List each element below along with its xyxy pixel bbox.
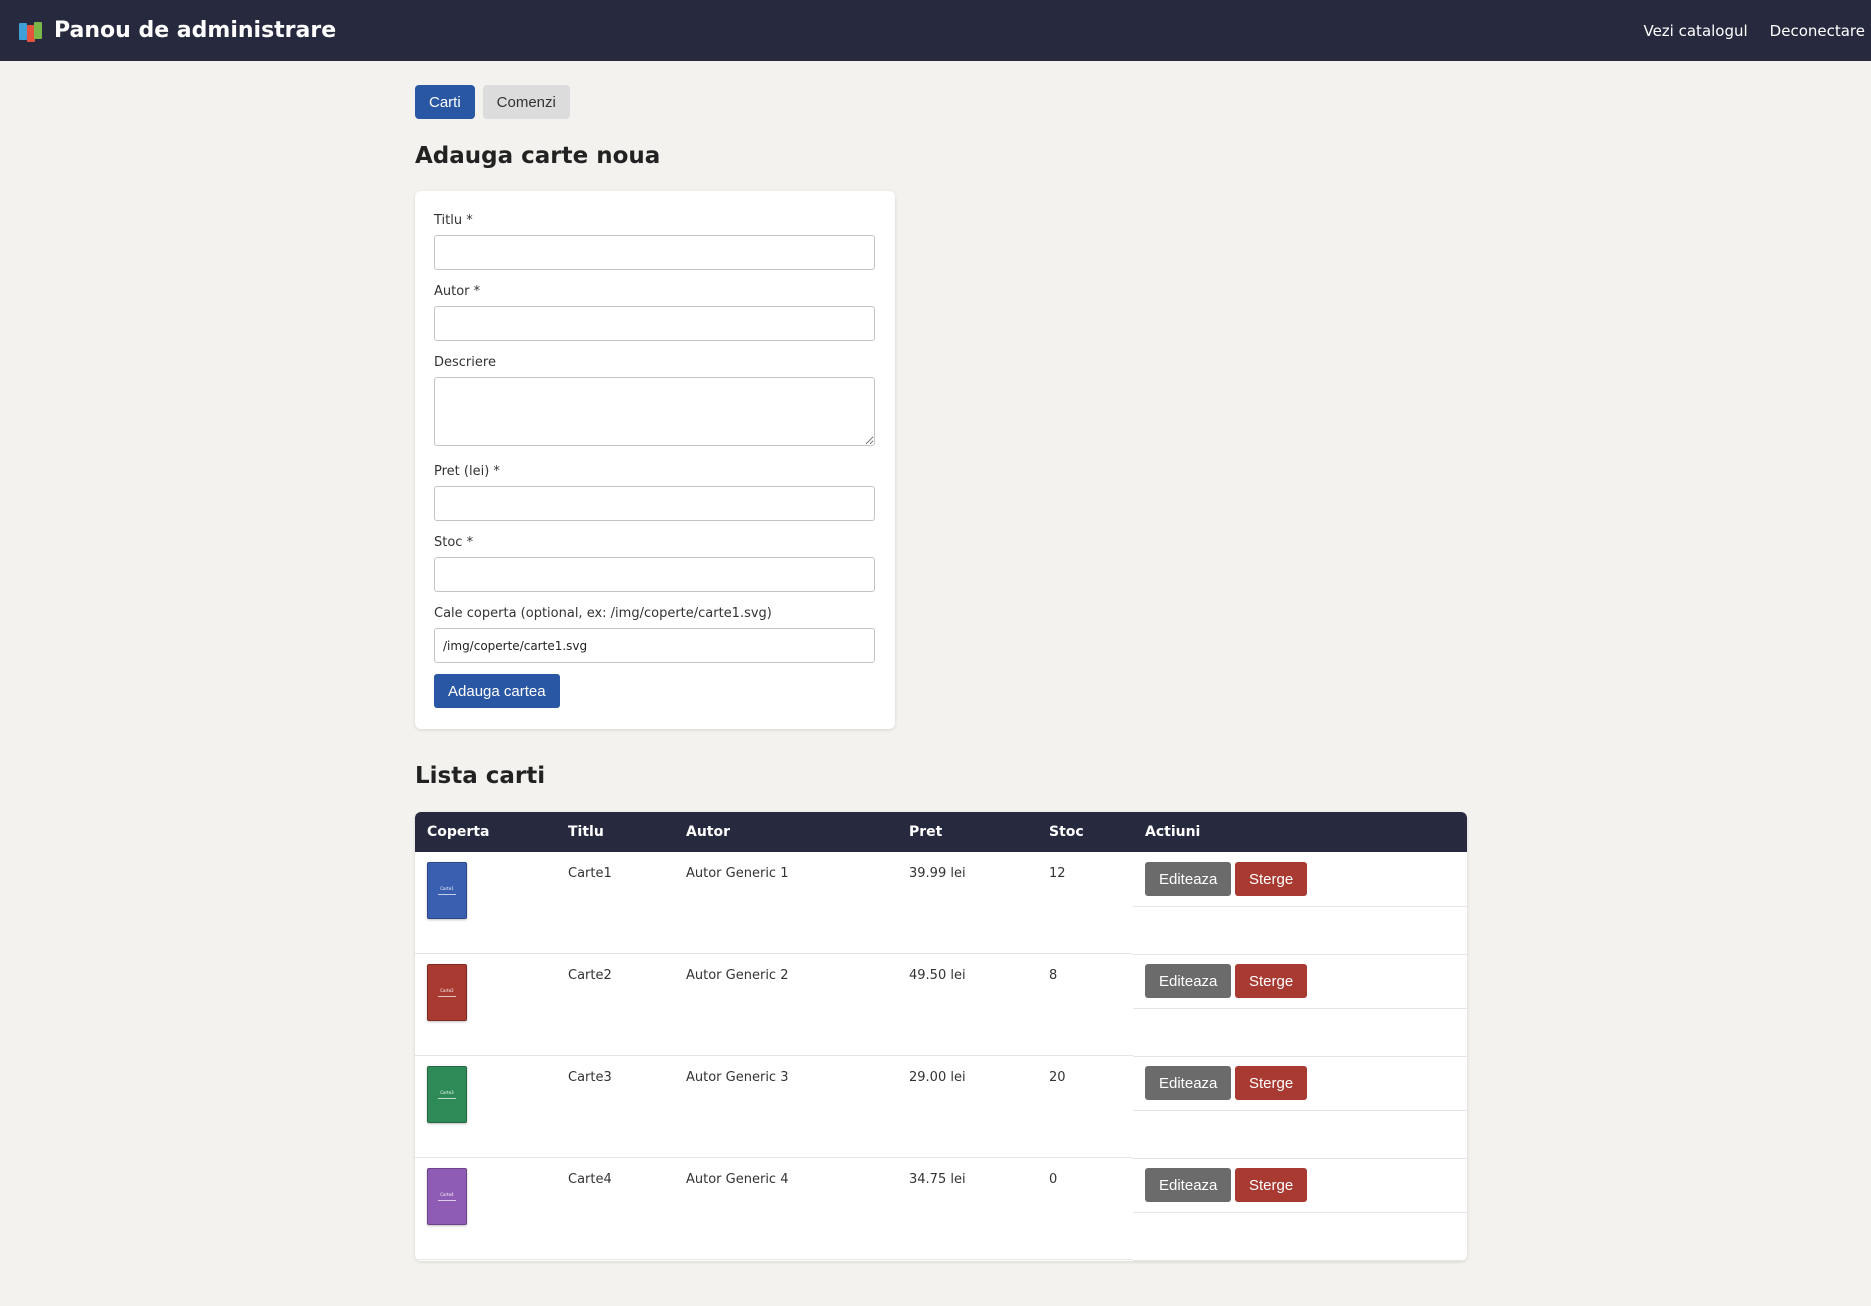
edit-button[interactable]: Editeaza (1145, 1168, 1232, 1202)
title-input[interactable] (434, 235, 875, 270)
book-cover-image: Carte4 (427, 1168, 467, 1225)
table-row: Carte1 Carte1 Autor Generic 1 39.99 lei … (415, 852, 1467, 955)
book-price: 34.75 lei (909, 1172, 966, 1187)
book-price: 39.99 lei (909, 866, 966, 881)
books-icon (19, 20, 44, 42)
book-title: Carte3 (568, 1070, 612, 1085)
book-stock: 20 (1049, 1070, 1066, 1085)
add-book-form: Titlu * Autor * Descriere Pret (lei) * S… (415, 191, 895, 729)
top-navbar: Panou de administrare Vezi catalogul Dec… (0, 0, 1871, 61)
author-input[interactable] (434, 306, 875, 341)
col-header-price: Pret (909, 824, 943, 840)
logout-link[interactable]: Deconectare (1770, 22, 1865, 40)
tab-comenzi[interactable]: Comenzi (482, 85, 570, 119)
table-header: Coperta Titlu Autor Pret Stoc Actiuni (415, 812, 1467, 852)
delete-button[interactable]: Sterge (1235, 1066, 1308, 1100)
app-title: Panou de administrare (54, 18, 337, 43)
delete-button[interactable]: Sterge (1235, 862, 1308, 896)
catalog-link[interactable]: Vezi catalogul (1643, 22, 1747, 40)
table-row: Carte3 Carte3 Autor Generic 3 29.00 lei … (415, 1056, 1467, 1159)
col-header-stock: Stoc (1049, 824, 1084, 840)
book-title: Carte4 (568, 1172, 612, 1187)
title-label: Titlu * (434, 213, 473, 228)
stock-input[interactable] (434, 557, 875, 592)
table-row: Carte4 Carte4 Autor Generic 4 34.75 lei … (415, 1158, 1467, 1261)
col-header-actions: Actiuni (1145, 824, 1201, 840)
description-label: Descriere (434, 355, 496, 370)
book-title: Carte1 (568, 866, 612, 881)
brand: Panou de administrare (19, 18, 336, 43)
col-header-cover: Coperta (427, 824, 490, 840)
book-cover-image: Carte3 (427, 1066, 467, 1123)
admin-tabs: Carti Comenzi (415, 85, 570, 119)
add-book-button[interactable]: Adauga cartea (434, 674, 560, 708)
book-price: 29.00 lei (909, 1070, 966, 1085)
book-author: Autor Generic 1 (686, 866, 789, 881)
col-header-title: Titlu (568, 824, 604, 840)
book-author: Autor Generic 3 (686, 1070, 789, 1085)
book-title: Carte2 (568, 968, 612, 983)
book-cover-image: Carte2 (427, 964, 467, 1021)
book-author: Autor Generic 2 (686, 968, 789, 983)
delete-button[interactable]: Sterge (1235, 964, 1308, 998)
edit-button[interactable]: Editeaza (1145, 862, 1232, 896)
book-stock: 0 (1049, 1172, 1058, 1187)
book-stock: 8 (1049, 968, 1058, 983)
col-header-author: Autor (686, 824, 731, 840)
book-list-heading: Lista carti (415, 763, 546, 789)
book-cover-image: Carte1 (427, 862, 467, 919)
price-input[interactable] (434, 486, 875, 521)
add-book-heading: Adauga carte noua (415, 143, 661, 169)
cover-path-input[interactable] (434, 628, 875, 663)
book-stock: 12 (1049, 866, 1066, 881)
author-label: Autor * (434, 284, 481, 299)
stock-label: Stoc * (434, 535, 474, 550)
table-row: Carte2 Carte2 Autor Generic 2 49.50 lei … (415, 954, 1467, 1057)
description-textarea[interactable] (434, 377, 875, 446)
edit-button[interactable]: Editeaza (1145, 964, 1232, 998)
delete-button[interactable]: Sterge (1235, 1168, 1308, 1202)
book-price: 49.50 lei (909, 968, 966, 983)
cover-path-label: Cale coperta (optional, ex: /img/coperte… (434, 606, 772, 621)
edit-button[interactable]: Editeaza (1145, 1066, 1232, 1100)
book-author: Autor Generic 4 (686, 1172, 789, 1187)
price-label: Pret (lei) * (434, 464, 500, 479)
tab-carti[interactable]: Carti (415, 85, 475, 119)
books-table: Coperta Titlu Autor Pret Stoc Actiuni Ca… (415, 812, 1467, 1261)
